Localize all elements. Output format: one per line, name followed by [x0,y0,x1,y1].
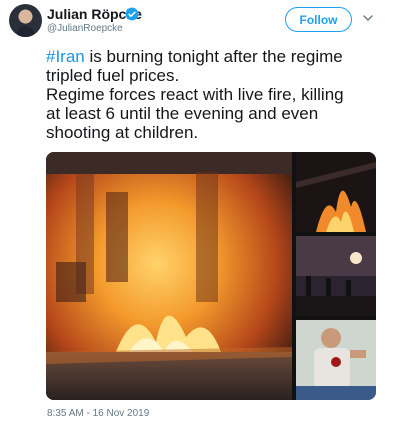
side-photo-injured-child[interactable] [296,320,376,400]
tweet-line-3: Regime forces react with live fire, kill… [46,85,344,104]
author-handle[interactable]: @JulianRoepcke [47,23,123,34]
side-photo-street-crowd[interactable] [296,236,376,316]
main-photo-burning-building[interactable] [46,152,292,400]
tweet-line-4: at least 6 until the evening and even [46,104,319,123]
verified-badge-icon [125,7,139,21]
tweet-line-1-rest: is burning tonight after the regime [84,47,343,66]
chevron-down-icon[interactable] [362,12,374,24]
tweet-line-2: tripled fuel prices. [46,66,180,85]
tweet-card: Julian Röpcke @JulianRoepcke Follow #Ira… [0,0,400,428]
tweet-line-1: #Iran is burning tonight after the regim… [46,47,376,66]
follow-button[interactable]: Follow [285,7,352,32]
media-grid [46,152,376,400]
avatar[interactable] [9,4,42,37]
tweet-text: #Iran is burning tonight after the regim… [46,47,376,142]
hashtag-link[interactable]: #Iran [46,47,85,66]
tweet-timestamp[interactable]: 8:35 AM - 16 Nov 2019 [47,408,149,419]
tweet-line-5: shooting at children. [46,123,199,142]
side-photo-fire[interactable] [296,152,376,232]
